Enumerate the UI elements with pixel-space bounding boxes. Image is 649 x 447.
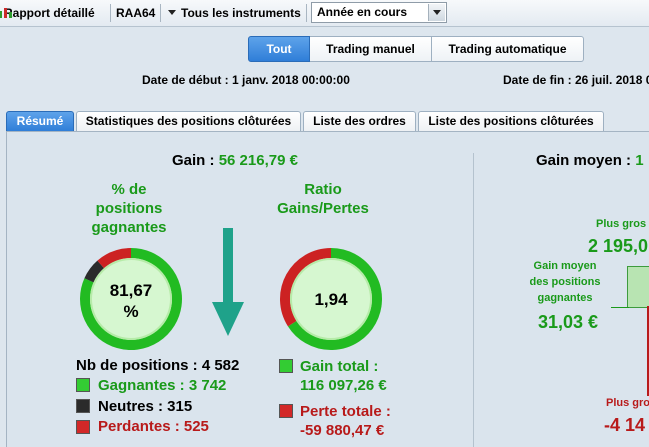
detailed-report-button[interactable]: Rapport détaillé bbox=[0, 0, 95, 26]
losing-count: Perdantes : 525 bbox=[98, 418, 209, 435]
chevron-down-icon[interactable] bbox=[428, 4, 445, 21]
total-gain-label: Gain total : bbox=[300, 358, 379, 375]
period-select[interactable]: Année en cours bbox=[311, 2, 447, 23]
total-gain-value: 116 097,26 € bbox=[300, 377, 387, 394]
toolbar: Rapport détaillé RAA64 Tous les instrume… bbox=[0, 0, 649, 27]
winning-pct-title-line: gagnantes bbox=[91, 219, 167, 236]
panel-divider bbox=[473, 153, 474, 447]
total-loss: Perte totale : -59 880,47 € bbox=[300, 402, 391, 440]
biggest-loss-value: -4 14 bbox=[604, 415, 646, 435]
total-gain-swatch bbox=[279, 359, 293, 373]
avg-gain-header: Gain moyen : 1 bbox=[536, 152, 644, 169]
detailed-report-label: Rapport détaillé bbox=[4, 6, 95, 20]
winning-legend-swatch bbox=[76, 378, 90, 392]
filter-all-button[interactable]: Tout bbox=[248, 36, 310, 62]
ratio-title: Ratio Gains/Pertes bbox=[262, 180, 384, 218]
avg-winning-label-line: gagnantes bbox=[537, 292, 593, 304]
tab-orders-list[interactable]: Liste des ordres bbox=[303, 111, 416, 131]
gain-label: Gain : bbox=[172, 152, 215, 169]
biggest-gain-value: 2 195,0 bbox=[588, 236, 649, 256]
toolbar-divider bbox=[110, 4, 111, 22]
filter-manual-button[interactable]: Trading manuel bbox=[310, 36, 432, 62]
tab-closed-positions-stats[interactable]: Statistiques des positions clôturées bbox=[76, 111, 301, 131]
winning-pct-number: 81,67 bbox=[109, 281, 153, 300]
gain-value: 56 216,79 € bbox=[218, 152, 298, 169]
instruments-label: Tous les instruments bbox=[181, 6, 301, 20]
end-date: Date de fin : 26 juil. 2018 0 bbox=[503, 73, 649, 87]
neutral-count: Neutres : 315 bbox=[98, 398, 193, 415]
avg-winning-value: 31,03 € bbox=[538, 312, 599, 332]
chevron-down-icon bbox=[168, 10, 176, 15]
arrow-down-icon bbox=[212, 228, 244, 336]
neutral-legend-swatch bbox=[76, 399, 90, 413]
winning-pct-title-line: positions bbox=[95, 200, 163, 217]
tab-summary[interactable]: Résumé bbox=[6, 111, 74, 131]
losing-legend-swatch bbox=[76, 420, 90, 434]
winning-pct-title: % de positions gagnantes bbox=[68, 180, 190, 237]
ratio-title-line: Ratio bbox=[304, 181, 342, 198]
gain-header: Gain : 56 216,79 € bbox=[172, 152, 298, 169]
filter-auto-button[interactable]: Trading automatique bbox=[432, 36, 584, 62]
avg-winning-label-line: des positions bbox=[529, 276, 601, 288]
avg-gain-value: 1 bbox=[635, 152, 644, 169]
instruments-dropdown[interactable]: Tous les instruments bbox=[168, 0, 301, 26]
total-loss-label: Perte totale : bbox=[300, 403, 391, 420]
period-select-value: Année en cours bbox=[317, 5, 408, 19]
tab-closed-positions-list[interactable]: Liste des positions clôturées bbox=[418, 111, 604, 131]
avg-winning-label: Gain moyen des positions gagnantes bbox=[520, 258, 610, 306]
toolbar-divider bbox=[306, 4, 307, 22]
avg-gain-label: Gain moyen : bbox=[536, 152, 632, 169]
avg-winning-label-line: Gain moyen bbox=[533, 260, 597, 272]
toolbar-divider bbox=[160, 4, 161, 22]
total-loss-value: -59 880,47 € bbox=[300, 422, 385, 439]
total-loss-swatch bbox=[279, 404, 293, 418]
avg-gain-bar-baseline bbox=[611, 307, 629, 308]
ratio-title-line: Gains/Pertes bbox=[277, 200, 369, 217]
winning-pct-title-line: % de bbox=[111, 181, 147, 198]
account-selector[interactable]: RAA64 bbox=[116, 0, 155, 26]
winning-count: Gagnantes : 3 742 bbox=[98, 377, 227, 394]
biggest-loss-label: Plus gro bbox=[606, 397, 649, 409]
winning-pct-value: 81,67 % bbox=[96, 280, 166, 322]
positions-count: Nb de positions : 4 582 bbox=[76, 357, 240, 374]
winning-pct-unit: % bbox=[123, 302, 139, 321]
biggest-gain-label: Plus gros bbox=[596, 218, 647, 230]
ratio-value: 1,94 bbox=[314, 290, 348, 309]
total-gain: Gain total : 116 097,26 € bbox=[300, 357, 387, 395]
start-date: Date de début : 1 janv. 2018 00:00:00 bbox=[142, 73, 350, 87]
avg-gain-bar bbox=[627, 266, 649, 308]
chart-icon bbox=[0, 8, 12, 18]
